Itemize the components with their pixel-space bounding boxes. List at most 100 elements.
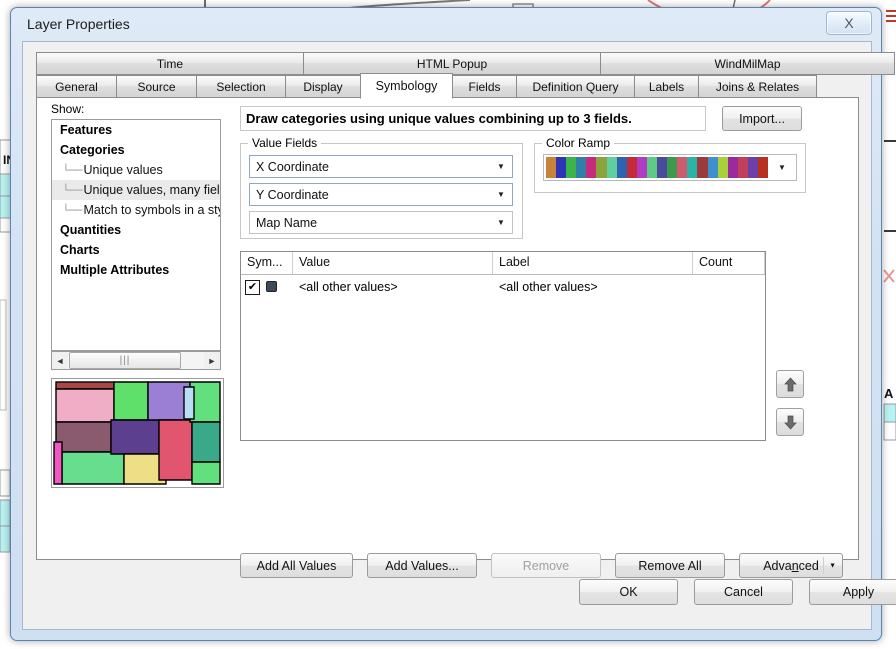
tab-selection[interactable]: Selection <box>196 75 286 98</box>
color-ramp-stop <box>606 157 617 178</box>
color-ramp-stop <box>697 157 708 178</box>
arrow-up-icon <box>783 376 797 391</box>
move-down-button[interactable] <box>776 408 804 436</box>
color-ramp-stop <box>717 157 728 178</box>
scrollbar-thumb[interactable]: ||| <box>69 352 181 369</box>
symbol-values-table[interactable]: Sym... Value Label Count ✔ <all other values… <box>240 251 766 441</box>
color-ramp-stop <box>546 157 557 178</box>
tab-label: Selection <box>216 80 266 94</box>
scroll-left-icon[interactable]: ◄ <box>52 352 68 369</box>
tab-display[interactable]: Display <box>285 75 361 98</box>
tree-item-features[interactable]: Features <box>52 120 220 140</box>
tab-label: Definition Query <box>532 80 619 94</box>
value-field-3-combobox[interactable]: Map Name ▼ <box>249 211 513 234</box>
tab-joins-relates[interactable]: Joins & Relates <box>698 75 817 98</box>
tab-time[interactable]: Time <box>36 52 304 75</box>
color-ramp-stop <box>657 157 668 178</box>
color-ramp-stop <box>576 157 587 178</box>
scroll-right-icon[interactable]: ► <box>204 352 220 369</box>
color-ramp-stop <box>707 157 718 178</box>
tab-label: General <box>55 80 98 94</box>
value-field-2-text: Y Coordinate <box>256 187 329 202</box>
tab-strip-row1: Time HTML Popup WindMilMap <box>36 52 895 75</box>
value-field-2-combobox[interactable]: Y Coordinate ▼ <box>249 183 513 206</box>
label-cell[interactable]: <all other values> <box>493 280 693 294</box>
color-ramp-stop <box>556 157 567 178</box>
color-ramp-stop <box>757 157 769 178</box>
add-all-values-button[interactable]: Add All Values <box>240 553 353 578</box>
arrow-down-icon <box>783 415 797 430</box>
tab-source[interactable]: Source <box>116 75 197 98</box>
dialog-client-area: Time HTML Popup WindMilMap General Source Se… <box>22 41 896 630</box>
close-icon[interactable]: X <box>826 11 872 35</box>
dialog-footer-buttons: OK Cancel Apply <box>579 579 896 605</box>
value-cell[interactable]: <all other values> <box>293 280 493 294</box>
chevron-down-icon[interactable]: ▼ <box>768 163 796 172</box>
value-field-1-text: X Coordinate <box>256 159 329 174</box>
tab-label: Display <box>303 80 343 94</box>
tree-item-label: Charts <box>60 243 100 257</box>
color-ramp-stop <box>677 157 688 178</box>
column-header-label[interactable]: Label <box>493 252 693 274</box>
column-header-sym[interactable]: Sym... <box>241 252 293 274</box>
column-header-value[interactable]: Value <box>293 252 493 274</box>
tree-item-label: Quantities <box>60 223 122 237</box>
tree-item-match-to-symbols-in-a-sty[interactable]: └── Match to symbols in a sty <box>52 200 220 220</box>
tab-definition-query[interactable]: Definition Query <box>516 75 635 98</box>
tab-fields[interactable]: Fields <box>452 75 517 98</box>
tab-label: Joins & Relates <box>715 80 800 94</box>
tab-label: HTML Popup <box>416 57 488 71</box>
chevron-down-icon[interactable]: ▼ <box>490 212 512 233</box>
row-checkbox[interactable]: ✔ <box>245 280 260 295</box>
button-label: Add Values... <box>385 558 459 573</box>
advanced-button[interactable]: Advanced ▼ <box>739 553 843 578</box>
tree-branch-icon: └── <box>62 204 82 218</box>
svg-text:A: A <box>884 386 894 401</box>
button-label: Add All Values <box>256 558 337 573</box>
import-button[interactable]: Import... <box>722 106 802 131</box>
chevron-down-icon[interactable]: ▼ <box>490 156 512 177</box>
tree-item-categories[interactable]: Categories <box>52 140 220 160</box>
remove-all-button[interactable]: Remove All <box>615 553 725 578</box>
color-ramp-stop <box>626 157 637 178</box>
apply-button[interactable]: Apply <box>809 579 896 605</box>
symbol-cell[interactable]: ✔ <box>241 279 293 295</box>
tree-item-charts[interactable]: Charts <box>52 240 220 260</box>
value-field-1-combobox[interactable]: X Coordinate ▼ <box>249 155 513 178</box>
table-body: ✔ <all other values> <all other values> <box>241 275 765 299</box>
chevron-down-icon[interactable]: ▼ <box>829 562 836 569</box>
chevron-down-icon[interactable]: ▼ <box>490 184 512 205</box>
tree-item-unique-values[interactable]: └── Unique values <box>52 160 220 180</box>
color-ramp-swatch <box>546 157 769 178</box>
column-header-count[interactable]: Count <box>693 252 765 274</box>
tab-labels[interactable]: Labels <box>634 75 699 98</box>
color-ramp-stop <box>737 157 748 178</box>
tab-html-popup[interactable]: HTML Popup <box>303 52 601 75</box>
table-row[interactable]: ✔ <all other values> <all other values> <box>241 275 765 299</box>
tree-item-label: Categories <box>60 143 125 157</box>
preview-map-graphic <box>52 379 223 487</box>
color-ramp-stop <box>687 157 698 178</box>
ok-button[interactable]: OK <box>579 579 678 605</box>
show-tree[interactable]: Features Categories └── Unique values └── Uni… <box>51 119 221 351</box>
symbol-swatch-icon[interactable] <box>266 281 277 293</box>
move-up-button[interactable] <box>776 370 804 398</box>
tab-general[interactable]: General <box>36 75 117 98</box>
color-ramp-combobox[interactable]: ▼ <box>543 154 797 181</box>
tree-item-multiple-attributes[interactable]: Multiple Attributes <box>52 260 220 280</box>
tab-symbology[interactable]: Symbology <box>360 73 453 99</box>
dialog-title: Layer Properties <box>27 16 130 32</box>
dialog-titlebar[interactable]: Layer Properties X <box>11 8 881 41</box>
tree-item-unique-values-many-fiel[interactable]: └── Unique values, many fiel <box>52 180 220 200</box>
add-values-button[interactable]: Add Values... <box>367 553 477 578</box>
show-tree-horizontal-scrollbar[interactable]: ◄ ||| ► <box>51 351 221 370</box>
cancel-button[interactable]: Cancel <box>694 579 793 605</box>
tree-item-quantities[interactable]: Quantities <box>52 220 220 240</box>
tree-branch-icon: └── <box>62 184 82 198</box>
tree-item-label: Unique values <box>83 163 163 177</box>
tab-label: Time <box>156 57 184 71</box>
value-field-3-text: Map Name <box>256 215 318 230</box>
tree-item-label: Match to symbols in a sty <box>83 203 221 217</box>
tree-item-label: Unique values, many fiel <box>83 183 220 197</box>
tab-windmilmap[interactable]: WindMilMap <box>600 52 895 75</box>
